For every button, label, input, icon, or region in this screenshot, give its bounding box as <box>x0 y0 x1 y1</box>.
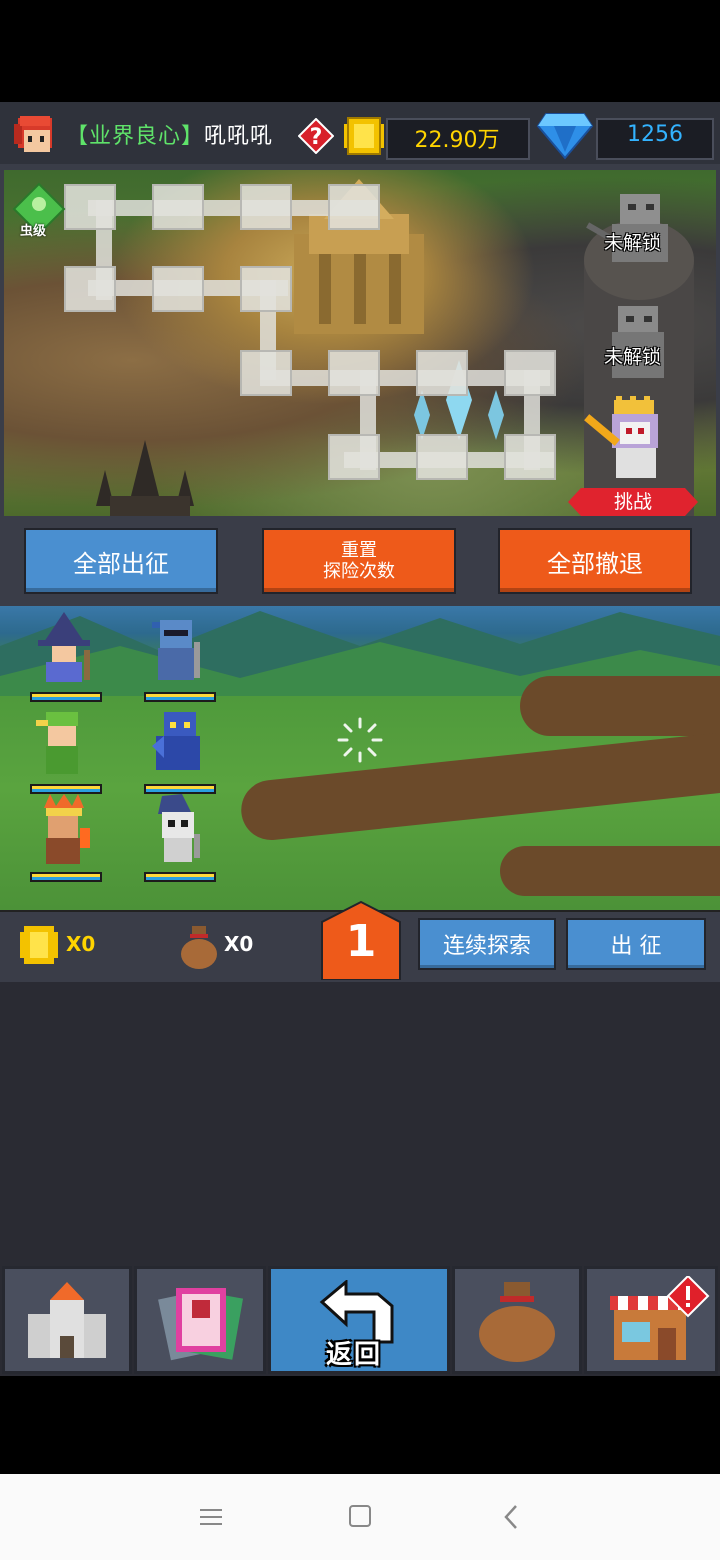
map-room[interactable] <box>504 350 556 396</box>
empty-area <box>0 982 720 1264</box>
continuous-explore-button[interactable]: 连续探索 <box>420 920 554 968</box>
hero-hp-bar <box>144 784 216 794</box>
hero-hp-bar <box>30 784 102 794</box>
tribal-hero-icon[interactable] <box>34 794 94 866</box>
loot-bag-count: X0 <box>224 932 254 956</box>
hero-hp-bar <box>30 692 102 702</box>
menu-icon[interactable] <box>198 1506 224 1528</box>
gem-value: 1256 <box>627 122 683 147</box>
map-room[interactable] <box>328 350 380 396</box>
system-back-icon[interactable] <box>500 1504 522 1530</box>
map-room[interactable] <box>328 434 380 480</box>
reset-attempts-button[interactable]: 重置 探险次数 <box>264 530 454 592</box>
spikes-icon <box>96 440 194 516</box>
map-room[interactable] <box>240 184 292 230</box>
deploy-button[interactable]: 出 征 <box>568 920 704 968</box>
map-room[interactable] <box>152 266 204 312</box>
dirt-patch <box>238 728 720 844</box>
coin-icon <box>344 117 384 155</box>
elf-hero-icon[interactable] <box>32 706 92 778</box>
rank-label: 虫级 <box>20 224 47 239</box>
loot-coin-icon <box>20 926 58 964</box>
player-nickname: 吼吼吼 <box>204 124 274 149</box>
dragon-hero-icon[interactable] <box>148 706 208 778</box>
nav-cards-button[interactable] <box>134 1266 266 1374</box>
hero-hp-bar <box>144 872 216 882</box>
loading-spinner-icon <box>337 717 383 763</box>
avatar-icon[interactable] <box>10 112 60 160</box>
wizard-hero-icon[interactable] <box>34 612 94 684</box>
gem-icon <box>536 113 594 160</box>
map-room[interactable] <box>416 350 468 396</box>
nav-castle-button[interactable] <box>2 1266 132 1374</box>
player-tag: 【业界良心】 <box>66 124 205 149</box>
map-room[interactable] <box>240 350 292 396</box>
map-room[interactable] <box>504 434 556 480</box>
knight-hero-icon[interactable] <box>146 612 206 684</box>
dirt-patch <box>520 676 720 736</box>
dirt-patch <box>500 846 720 896</box>
skeleton-king-boss-icon[interactable] <box>580 396 680 488</box>
player-name: 【业界良心】吼吼吼 <box>66 118 273 150</box>
wave-number: 1 <box>345 916 377 967</box>
map-room[interactable] <box>64 184 116 230</box>
map-room[interactable] <box>152 184 204 230</box>
hero-hp-bar <box>30 872 102 882</box>
hero-hp-bar <box>144 692 216 702</box>
map-room[interactable] <box>64 266 116 312</box>
home-icon[interactable] <box>348 1504 372 1528</box>
reset-line1: 重置 <box>341 540 377 561</box>
retreat-all-button[interactable]: 全部撤退 <box>500 530 690 592</box>
svg-text:?: ? <box>310 125 323 150</box>
boss-2-lock-label: 未解锁 <box>604 346 662 368</box>
challenge-button[interactable]: 挑战 <box>568 488 698 516</box>
coin-value: 22.90万 <box>414 128 500 153</box>
loot-coin-count: X0 <box>66 932 96 956</box>
castle-icon <box>28 1282 106 1358</box>
nav-bag-button[interactable] <box>452 1266 582 1374</box>
map-room[interactable] <box>416 434 468 480</box>
skeleton-hero-icon[interactable] <box>148 794 208 866</box>
help-icon[interactable]: ? <box>298 118 334 154</box>
map-room[interactable] <box>328 184 380 230</box>
shop-icon <box>610 1276 710 1360</box>
reset-line2: 探险次数 <box>323 561 395 582</box>
bag-icon <box>479 1282 555 1362</box>
deploy-all-button[interactable]: 全部出征 <box>26 530 216 592</box>
cards-icon <box>158 1288 244 1361</box>
nav-shop-button[interactable] <box>584 1266 718 1374</box>
back-label: 返回 <box>326 1340 383 1370</box>
loot-bag-icon <box>181 926 217 969</box>
map-room[interactable] <box>240 266 292 312</box>
boss-1-lock-label: 未解锁 <box>604 232 662 254</box>
